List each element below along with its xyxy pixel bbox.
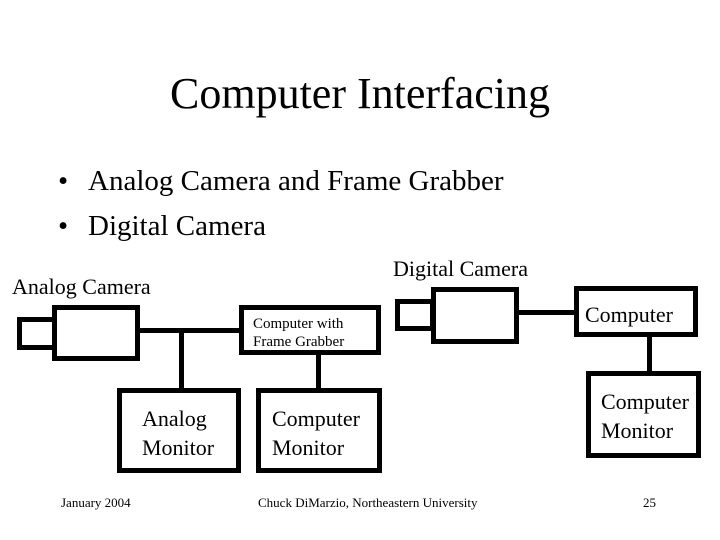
analog-monitor-line2: Monitor	[142, 435, 215, 460]
bullet-item: • Digital Camera	[58, 209, 266, 243]
computer-label: Computer	[585, 302, 673, 327]
computer-with-frame-grabber-box: Computer with Frame Grabber	[239, 305, 381, 355]
digital-computer-monitor-line2: Monitor	[601, 418, 674, 443]
footer-date: January 2004	[61, 495, 131, 510]
computer-with-frame-grabber-line1: Computer with	[253, 316, 344, 332]
connector-line	[139, 328, 242, 333]
computer-monitor-box: Computer Monitor	[256, 388, 382, 473]
connector-line	[179, 328, 184, 390]
analog-camera-body	[52, 305, 140, 361]
computer-with-frame-grabber-line2: Frame Grabber	[253, 334, 345, 350]
connector-line	[517, 310, 577, 315]
analog-camera-label: Analog Camera	[12, 274, 151, 299]
connector-line	[647, 336, 652, 373]
bullet-text: Analog Camera and Frame Grabber	[88, 165, 504, 197]
slide: Computer Interfacing • Analog Camera and …	[0, 0, 720, 540]
digital-computer-monitor-box: Computer Monitor	[586, 371, 701, 458]
digital-camera-body	[431, 287, 519, 344]
analog-camera-lens	[17, 317, 57, 350]
bullet-item: • Analog Camera and Frame Grabber	[58, 164, 504, 198]
computer-box: Computer	[574, 286, 698, 337]
slide-title: Computer Interfacing	[170, 69, 550, 118]
digital-camera-label: Digital Camera	[393, 256, 529, 281]
footer-page-number: 25	[643, 495, 656, 510]
connector-line	[316, 354, 321, 390]
digital-computer-monitor-line1: Computer	[601, 389, 689, 414]
analog-monitor-box: Analog Monitor	[117, 388, 241, 473]
bullet-text: Digital Camera	[88, 210, 266, 242]
footer-author: Chuck DiMarzio, Northeastern University	[258, 495, 478, 510]
digital-camera-lens	[395, 299, 435, 331]
computer-monitor-line1: Computer	[272, 406, 360, 431]
computer-monitor-line2: Monitor	[272, 435, 345, 460]
bullet-icon: •	[58, 210, 69, 242]
analog-monitor-line1: Analog	[142, 406, 207, 431]
bullet-icon: •	[58, 165, 69, 197]
